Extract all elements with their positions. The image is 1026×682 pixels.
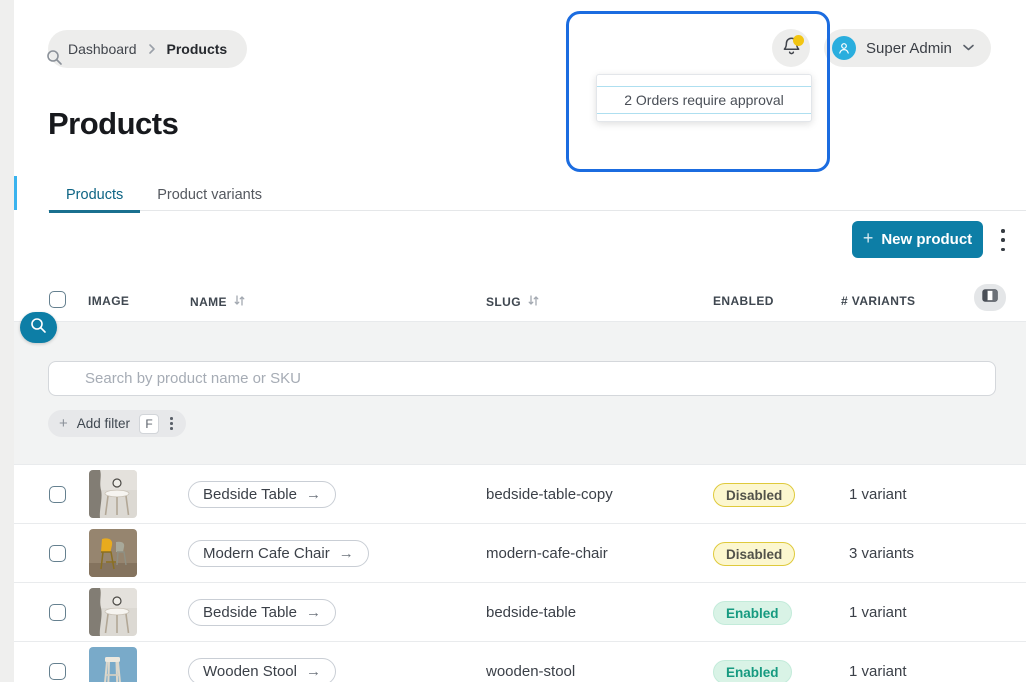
status-badge: Disabled [713, 483, 795, 507]
product-name-link[interactable]: Bedside Table → [188, 599, 336, 626]
plus-icon: + [863, 228, 874, 249]
product-name-link[interactable]: Bedside Table → [188, 481, 336, 508]
product-name-link[interactable]: Wooden Stool → [188, 658, 336, 682]
table-header: IMAGE NAME SLUG ENABLED # VARIANTS [0, 285, 1026, 317]
column-variants: # VARIANTS [841, 294, 915, 308]
columns-icon [982, 289, 998, 307]
sort-icon [527, 294, 540, 310]
table-row: Modern Cafe Chair → modern-cafe-chair Di… [14, 523, 1026, 582]
product-slug: wooden-stool [486, 663, 575, 680]
column-settings-button[interactable] [974, 284, 1006, 311]
user-name: Super Admin [866, 40, 952, 57]
breadcrumb-products[interactable]: Products [167, 41, 228, 57]
notification-popup: 2 Orders require approval [596, 74, 812, 122]
new-product-label: New product [881, 231, 972, 248]
select-all-checkbox[interactable] [49, 291, 66, 308]
user-menu-button[interactable]: Super Admin [824, 29, 991, 67]
column-image: IMAGE [88, 294, 129, 308]
arrow-right-icon: → [339, 545, 354, 562]
left-gutter [0, 0, 14, 682]
variant-count: 1 variant [849, 486, 907, 503]
search-icon [30, 317, 47, 339]
table-row: Bedside Table → bedside-table Enabled 1 … [14, 582, 1026, 641]
product-name-link[interactable]: Modern Cafe Chair → [188, 540, 369, 567]
status-badge: Enabled [713, 660, 792, 682]
new-product-button[interactable]: + New product [852, 221, 983, 258]
add-filter-button[interactable]: + Add filter F [48, 410, 186, 437]
shortcut-key-badge: F [139, 414, 159, 434]
product-slug: bedside-table [486, 604, 576, 621]
status-badge: Disabled [713, 542, 795, 566]
tab-products[interactable]: Products [49, 178, 140, 211]
product-thumbnail [89, 529, 137, 577]
breadcrumb: Dashboard Products [48, 30, 247, 68]
variant-count: 1 variant [849, 604, 907, 621]
breadcrumb-dashboard[interactable]: Dashboard [68, 41, 137, 57]
table-row: Bedside Table → bedside-table-copy Disab… [14, 464, 1026, 523]
product-table-body: Bedside Table → bedside-table-copy Disab… [14, 464, 1026, 682]
product-thumbnail [89, 647, 137, 682]
variant-count: 1 variant [849, 663, 907, 680]
search-input[interactable] [48, 361, 996, 396]
popup-header [597, 75, 811, 86]
tab-product-variants[interactable]: Product variants [140, 178, 279, 211]
column-name[interactable]: NAME [190, 294, 246, 310]
status-badge: Enabled [713, 601, 792, 625]
product-thumbnail [89, 470, 137, 518]
table-row: Wooden Stool → wooden-stool Enabled 1 va… [14, 641, 1026, 682]
notification-dot [793, 35, 804, 46]
product-slug: modern-cafe-chair [486, 545, 608, 562]
column-enabled: ENABLED [713, 294, 774, 308]
more-actions-button[interactable] [999, 229, 1007, 251]
product-thumbnail [89, 588, 137, 636]
chevron-right-icon [147, 43, 157, 55]
arrow-right-icon: → [306, 486, 321, 503]
column-slug[interactable]: SLUG [486, 294, 540, 310]
filter-options-button[interactable] [168, 417, 175, 430]
product-slug: bedside-table-copy [486, 486, 613, 503]
floating-search-button[interactable] [20, 312, 57, 343]
tab-bar: Products Product variants [49, 178, 279, 211]
notifications-button[interactable] [772, 29, 810, 67]
variant-count: 3 variants [849, 545, 914, 562]
arrow-right-icon: → [306, 604, 321, 621]
sidebar-indicator [14, 176, 17, 210]
arrow-right-icon: → [306, 663, 321, 680]
products-page: Dashboard Products Super Admin 2 Orders … [0, 0, 1026, 682]
avatar [832, 36, 856, 60]
orders-approval-notification[interactable]: 2 Orders require approval [597, 86, 811, 114]
chevron-down-icon [962, 39, 975, 57]
row-checkbox[interactable] [49, 545, 66, 562]
row-checkbox[interactable] [49, 604, 66, 621]
sort-icon [233, 294, 246, 310]
page-title: Products [48, 106, 178, 142]
row-checkbox[interactable] [49, 663, 66, 680]
filter-panel: + Add filter F [14, 321, 1026, 464]
row-checkbox[interactable] [49, 486, 66, 503]
add-filter-label: Add filter [77, 416, 130, 431]
plus-icon: + [59, 415, 68, 432]
